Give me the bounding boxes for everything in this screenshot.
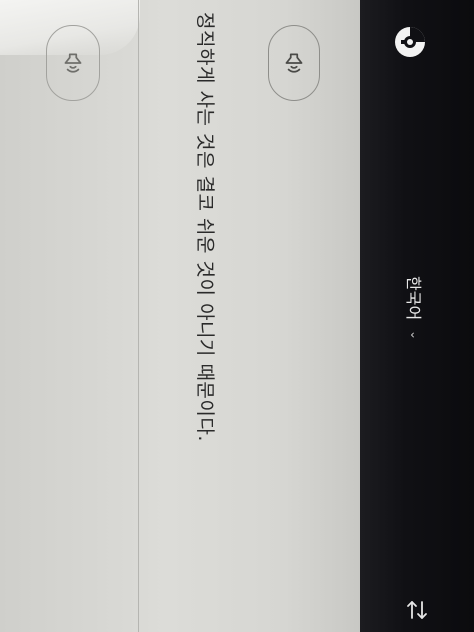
app-logo-icon (395, 27, 425, 57)
speaker-icon (64, 53, 82, 73)
speaker-icon (285, 53, 303, 73)
panel-divider (138, 0, 139, 632)
listen-button-secondary[interactable] (46, 25, 100, 101)
language-selector[interactable]: 한국어 ⌄ (402, 276, 428, 376)
translator-screen: 정직하게 사는 것은 결코 쉬운 것이 아니기 때문이다. 한국어 ⌄ (0, 0, 474, 632)
chevron-down-icon: ⌄ (408, 330, 422, 341)
listen-button[interactable] (268, 25, 320, 101)
language-label: 한국어 (404, 276, 423, 321)
swap-arrows-icon[interactable] (403, 598, 431, 622)
source-text[interactable]: 정직하게 사는 것은 결코 쉬운 것이 아니기 때문이다. (190, 12, 220, 612)
